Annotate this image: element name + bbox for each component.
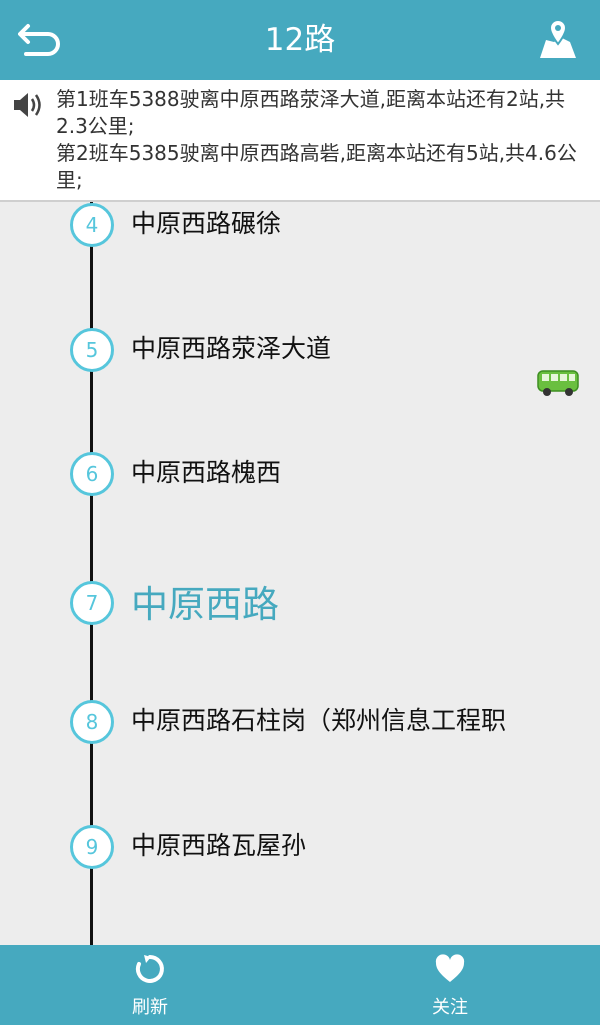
stop-item[interactable]: 8 中原西路石柱岗（郑州信息工程职 [0,700,600,760]
bus-icon [537,370,579,396]
stop-number: 5 [70,328,114,372]
bottom-toolbar: 刷新 关注 [0,945,600,1025]
refresh-button[interactable]: 刷新 [0,945,300,1025]
stop-number: 7 [70,581,114,625]
refresh-icon [135,955,164,983]
app-header: 12路 [0,0,600,80]
stop-name: 中原西路瓦屋孙 [131,831,307,860]
stop-number: 9 [70,825,114,869]
follow-label: 关注 [432,997,468,1018]
notice-line-1: 第1班车5388驶离中原西路荥泽大道,距离本站还有2站,共2.3公里; [56,87,566,138]
stop-item[interactable]: 9 中原西路瓦屋孙 [0,825,600,885]
stop-name: 中原西路石柱岗（郑州信息工程职 [131,706,507,735]
heart-icon [435,954,465,982]
map-pin-icon[interactable] [538,18,578,60]
stop-name: 中原西路荥泽大道 [131,334,332,363]
notice-line-2: 第2班车5385驶离中原西路高砦,距离本站还有5站,共4.6公里; [56,141,577,192]
stop-name: 中原西路 [131,583,279,626]
refresh-label: 刷新 [132,997,168,1018]
stop-number: 8 [70,700,114,744]
current-stop-item[interactable]: 7 中原西路 [0,581,600,641]
stop-item[interactable]: 6 中原西路槐西 [0,452,600,512]
stop-number: 6 [70,452,114,496]
stop-name: 中原西路槐西 [131,458,282,487]
stop-item[interactable]: 5 中原西路荥泽大道 [0,328,600,388]
stop-name: 中原西路碾徐 [131,209,282,238]
arrival-notice: 第1班车5388驶离中原西路荥泽大道,距离本站还有2站,共2.3公里; 第2班车… [0,80,600,202]
stop-number: 4 [70,203,114,247]
speaker-icon[interactable] [11,88,45,122]
stop-list[interactable]: 4 中原西路碾徐 5 中原西路荥泽大道 6 中原西路槐西 7 中原西路 8 中原… [0,202,600,945]
page-title: 12路 [264,22,336,58]
follow-button[interactable]: 关注 [300,945,600,1025]
stop-item[interactable]: 4 中原西路碾徐 [0,203,600,263]
notice-text: 第1班车5388驶离中原西路荥泽大道,距离本站还有2站,共2.3公里; 第2班车… [56,86,592,194]
